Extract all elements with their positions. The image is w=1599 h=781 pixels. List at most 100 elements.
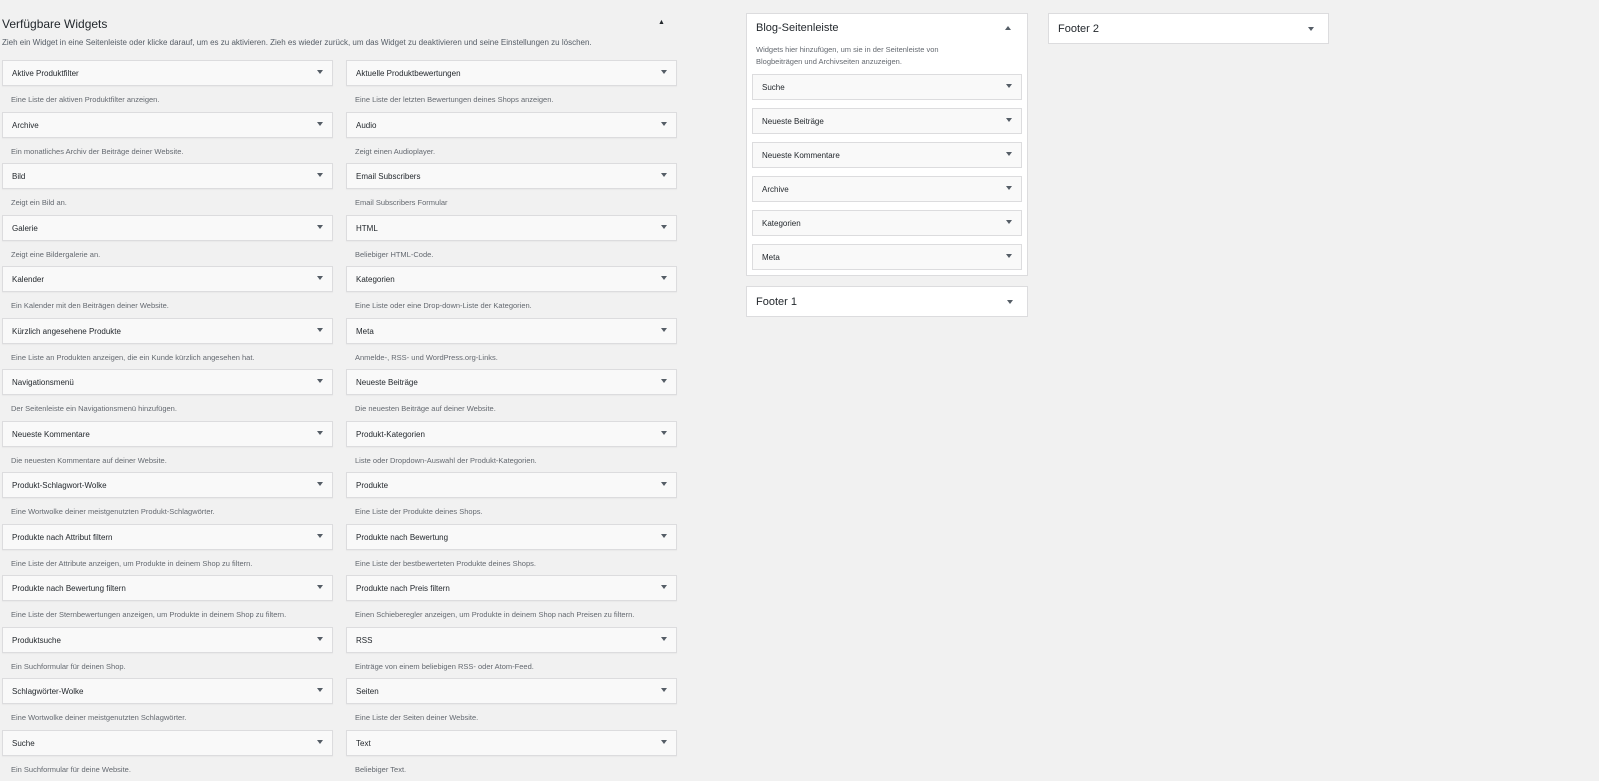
sidebar-widget[interactable]: Meta	[752, 244, 1022, 270]
widget-box[interactable]: Produkte nach Attribut filtern	[2, 524, 333, 550]
expand-arrow-icon[interactable]	[317, 534, 323, 538]
widget-item: Kalender Ein Kalender mit den Beiträgen d…	[2, 266, 333, 318]
expand-arrow-icon[interactable]	[661, 328, 667, 332]
expand-arrow-icon[interactable]	[1006, 118, 1012, 122]
collapse-arrow-icon[interactable]	[1005, 26, 1011, 30]
expand-arrow-icon[interactable]	[661, 585, 667, 589]
expand-arrow-icon[interactable]	[661, 431, 667, 435]
widget-description: Die neuesten Kommentare auf deiner Websi…	[11, 456, 167, 465]
expand-arrow-icon[interactable]	[661, 173, 667, 177]
expand-arrow-icon[interactable]	[661, 225, 667, 229]
expand-arrow-icon[interactable]	[661, 70, 667, 74]
widget-title: Aktive Produktfilter	[12, 69, 79, 78]
widget-box[interactable]: Aktive Produktfilter	[2, 60, 333, 86]
widget-description: Ein Kalender mit den Beiträgen deiner We…	[11, 301, 169, 310]
widget-box[interactable]: Produktsuche	[2, 627, 333, 653]
expand-arrow-icon[interactable]	[661, 740, 667, 744]
widget-box[interactable]: Produkte nach Preis filtern	[346, 575, 677, 601]
widget-box[interactable]: Produkte	[346, 472, 677, 498]
widget-box[interactable]: Email Subscribers	[346, 163, 677, 189]
expand-arrow-icon[interactable]	[1006, 84, 1012, 88]
collapse-toggle-icon[interactable]: ▲	[658, 19, 665, 26]
expand-arrow-icon[interactable]	[661, 122, 667, 126]
widget-box[interactable]: Seiten	[346, 678, 677, 704]
sidebar-widget[interactable]: Neueste Kommentare	[752, 142, 1022, 168]
footer-1-panel[interactable]: Footer 1	[746, 286, 1028, 317]
widget-box[interactable]: Kürzlich angesehene Produkte	[2, 318, 333, 344]
widget-box[interactable]: Neueste Beiträge	[346, 369, 677, 395]
widget-title: Meta	[356, 327, 374, 336]
expand-arrow-icon[interactable]	[317, 173, 323, 177]
widget-box[interactable]: Suche	[2, 730, 333, 756]
expand-arrow-icon[interactable]	[317, 688, 323, 692]
expand-arrow-icon[interactable]	[661, 379, 667, 383]
widget-box[interactable]: Neueste Kommentare	[2, 421, 333, 447]
expand-arrow-icon[interactable]	[1006, 254, 1012, 258]
widget-box[interactable]: Schlagwörter-Wolke	[2, 678, 333, 704]
expand-arrow-icon[interactable]	[317, 225, 323, 229]
expand-arrow-icon[interactable]	[317, 740, 323, 744]
expand-arrow-icon[interactable]	[317, 482, 323, 486]
widget-item: Produkte nach BewertungEine Liste der be…	[346, 524, 677, 576]
widget-box[interactable]: Bild	[2, 163, 333, 189]
widget-title: Seiten	[356, 687, 379, 696]
widget-title: Produkte nach Bewertung filtern	[12, 584, 126, 593]
widget-box[interactable]: Aktuelle Produktbewertungen	[346, 60, 677, 86]
widget-box[interactable]: Meta	[346, 318, 677, 344]
widget-item: Schlagwörter-WolkeEine Wortwolke deiner …	[2, 678, 333, 730]
expand-arrow-icon[interactable]	[317, 328, 323, 332]
widget-box[interactable]: Audio	[346, 112, 677, 138]
widget-box[interactable]: Kategorien	[346, 266, 677, 292]
expand-arrow-icon[interactable]	[317, 276, 323, 280]
widget-box[interactable]: Kalender	[2, 266, 333, 292]
widget-box[interactable]: Produkte nach Bewertung filtern	[2, 575, 333, 601]
widget-box[interactable]: HTML	[346, 215, 677, 241]
expand-arrow-icon[interactable]	[1006, 152, 1012, 156]
widget-item: Aktuelle ProduktbewertungenEine Liste de…	[346, 60, 677, 112]
widget-box[interactable]: Galerie	[2, 215, 333, 241]
sidebar-widget[interactable]: Archive	[752, 176, 1022, 202]
widget-box[interactable]: Navigationsmenü	[2, 369, 333, 395]
expand-arrow-icon[interactable]	[1006, 186, 1012, 190]
footer-2-panel[interactable]: Footer 2	[1048, 13, 1329, 44]
expand-arrow-icon[interactable]	[317, 431, 323, 435]
widget-title: Neueste Beiträge	[356, 378, 418, 387]
sidebar-widget[interactable]: Neueste Beiträge	[752, 108, 1022, 134]
widget-box[interactable]: Archive	[2, 112, 333, 138]
widget-box[interactable]: Produkte nach Bewertung	[346, 524, 677, 550]
widget-description: Zeigt einen Audioplayer.	[355, 147, 435, 156]
widget-item: KategorienEine Liste oder eine Drop-down…	[346, 266, 677, 318]
blog-sidebar-title: Blog-Seitenleiste	[756, 22, 839, 34]
expand-arrow-icon[interactable]	[661, 534, 667, 538]
widget-title: Produkte nach Bewertung	[356, 533, 448, 542]
sidebar-widget[interactable]: Suche	[752, 74, 1022, 100]
widget-item: Produkt-KategorienListe oder Dropdown-Au…	[346, 421, 677, 473]
expand-arrow-icon[interactable]	[317, 70, 323, 74]
widget-grid: Aktive ProduktfilterEine Liste der aktiv…	[2, 60, 677, 781]
widget-item: Kürzlich angesehene ProdukteEine Liste a…	[2, 318, 333, 370]
expand-arrow-icon[interactable]	[1308, 27, 1314, 31]
expand-arrow-icon[interactable]	[317, 585, 323, 589]
widget-item: ArchiveEin monatliches Archiv der Beiträ…	[2, 112, 333, 164]
expand-arrow-icon[interactable]	[661, 637, 667, 641]
widget-box[interactable]: RSS	[346, 627, 677, 653]
widget-item: Email SubscribersEmail Subscribers Formu…	[346, 163, 677, 215]
expand-arrow-icon[interactable]	[661, 482, 667, 486]
widget-description: Eine Liste der Produkte deines Shops.	[355, 507, 483, 516]
widget-item: Produkt-Schlagwort-WolkeEine Wortwolke d…	[2, 472, 333, 524]
expand-arrow-icon[interactable]	[317, 122, 323, 126]
widget-box[interactable]: Text	[346, 730, 677, 756]
expand-arrow-icon[interactable]	[1007, 300, 1013, 304]
expand-arrow-icon[interactable]	[1006, 220, 1012, 224]
blog-sidebar-header[interactable]: Blog-Seitenleiste	[747, 14, 1027, 44]
expand-arrow-icon[interactable]	[317, 379, 323, 383]
widget-item: ProduktsucheEin Suchformular für deinen …	[2, 627, 333, 679]
sidebar-widget[interactable]: Kategorien	[752, 210, 1022, 236]
widget-box[interactable]: Produkt-Schlagwort-Wolke	[2, 472, 333, 498]
widget-title: Neueste Kommentare	[12, 430, 90, 439]
expand-arrow-icon[interactable]	[661, 688, 667, 692]
expand-arrow-icon[interactable]	[661, 276, 667, 280]
widget-item: Produkte nach Attribut filternEine Liste…	[2, 524, 333, 576]
expand-arrow-icon[interactable]	[317, 637, 323, 641]
widget-box[interactable]: Produkt-Kategorien	[346, 421, 677, 447]
